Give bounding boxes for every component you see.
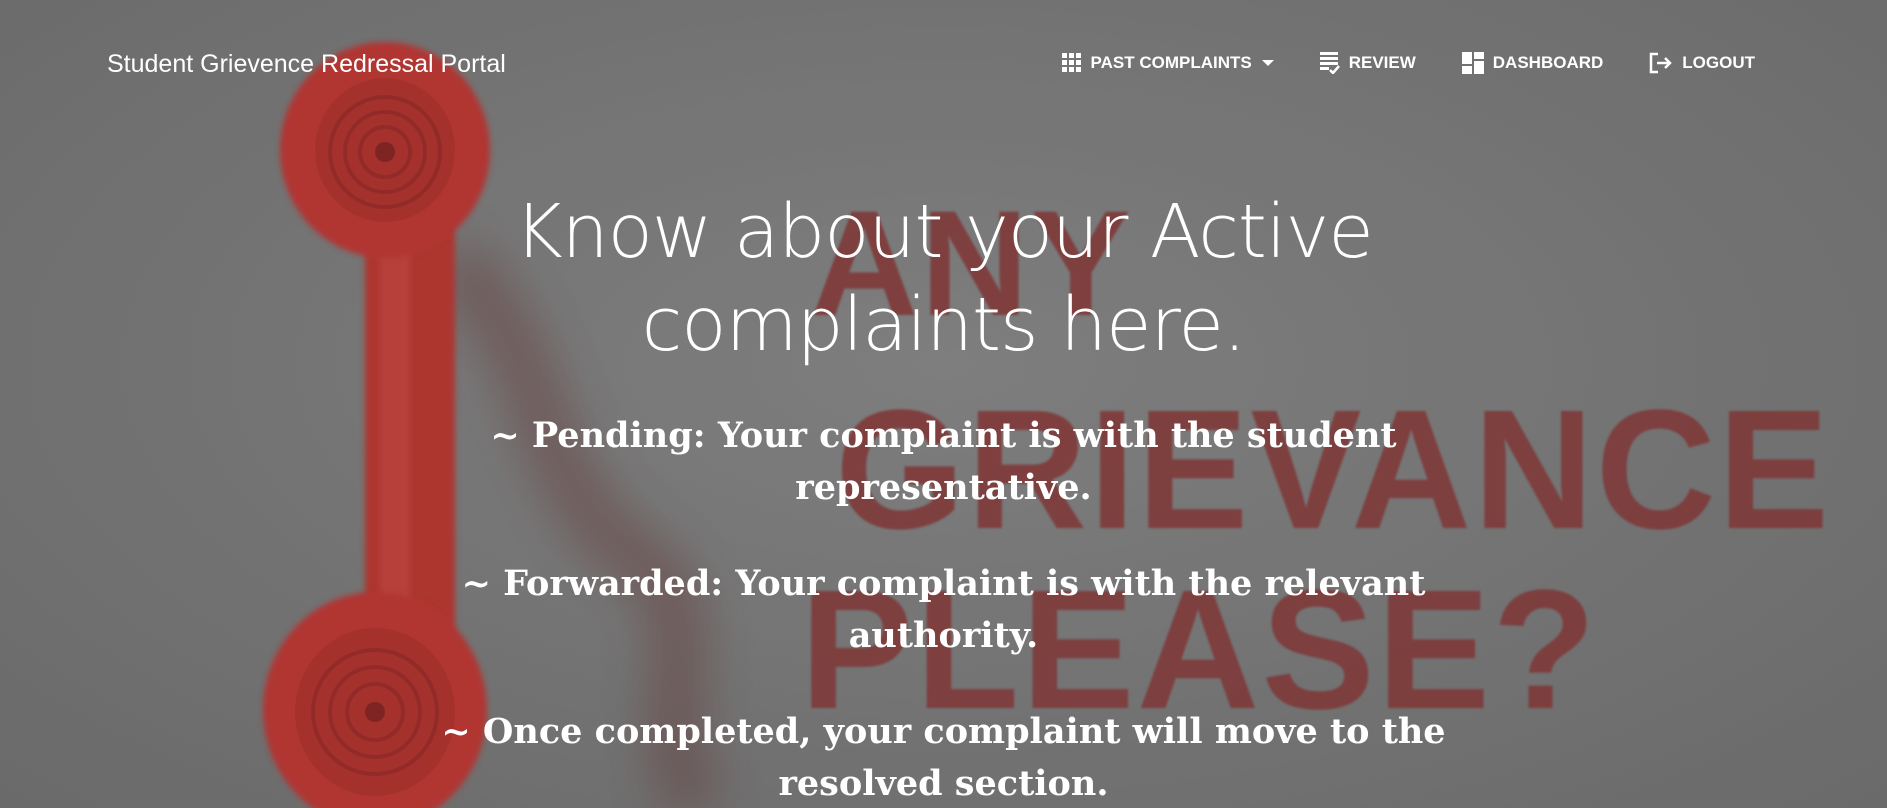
status-forwarded-text: ~ Forwarded: Your complaint is with the … xyxy=(461,563,1426,656)
dashboard-icon xyxy=(1461,52,1484,74)
hero-title: Know about your Active complaints here. xyxy=(514,189,1374,368)
logout-icon xyxy=(1649,52,1673,74)
nav-logout-label: LOGOUT xyxy=(1682,53,1755,72)
nav-dashboard-link[interactable]: DASHBOARD xyxy=(1461,52,1604,74)
grid-icon xyxy=(1061,53,1082,73)
checklist-icon xyxy=(1319,52,1340,74)
brand-title-link[interactable]: Student Grievence Redressal Portal xyxy=(107,50,506,79)
nav-past-complaints-label: PAST COMPLAINTS xyxy=(1090,53,1252,72)
nav-past-complaints-dropdown[interactable]: PAST COMPLAINTS xyxy=(1061,53,1274,73)
status-resolved-text: ~ Once completed, your complaint will mo… xyxy=(441,711,1446,804)
nav-menu: PAST COMPLAINTS REVIEW DASHBOARD LOGOUT xyxy=(1061,52,1755,74)
top-navbar: Student Grievence Redressal Portal PAST … xyxy=(0,0,1887,134)
nav-review-link[interactable]: REVIEW xyxy=(1319,52,1416,74)
status-pending-text: ~ Pending: Your complaint is with the st… xyxy=(490,415,1397,508)
nav-logout-link[interactable]: LOGOUT xyxy=(1649,52,1755,74)
chevron-down-icon xyxy=(1261,60,1274,66)
nav-review-label: REVIEW xyxy=(1348,53,1416,72)
nav-dashboard-label: DASHBOARD xyxy=(1492,53,1604,72)
hero-section: Know about your Active complaints here. xyxy=(0,186,1887,372)
status-description-list: ~ Pending: Your complaint is with the st… xyxy=(0,410,1887,808)
